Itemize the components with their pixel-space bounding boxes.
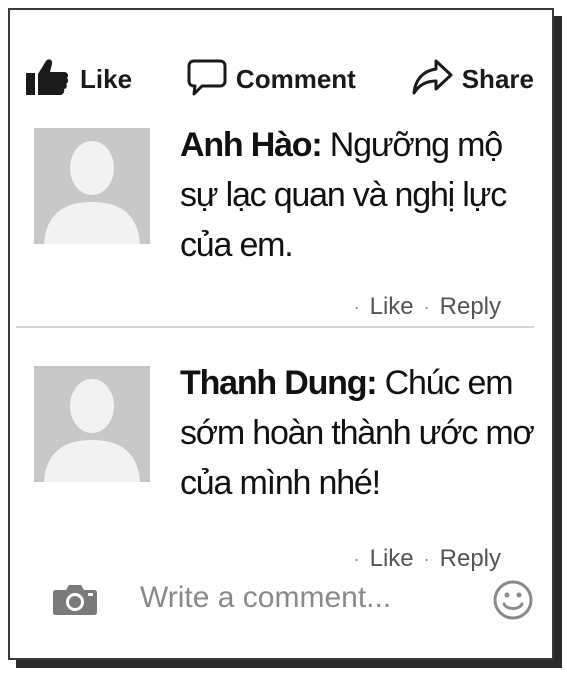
- smiley-icon[interactable]: [492, 579, 534, 626]
- camera-icon[interactable]: [52, 582, 98, 621]
- share-arrow-icon: [410, 57, 454, 102]
- comment-line: Chúc em: [384, 364, 514, 402]
- comment-line: của em.: [180, 226, 294, 264]
- comment-composer: [48, 574, 548, 624]
- post-actions-bar: Like Comment Share: [24, 56, 534, 102]
- avatar: [34, 128, 150, 244]
- share-button[interactable]: Share: [410, 57, 534, 102]
- comment-like-link[interactable]: Like: [370, 545, 414, 573]
- comment-button[interactable]: Comment: [186, 57, 356, 102]
- speech-bubble-icon: [186, 57, 228, 102]
- separator-dot: ·: [353, 296, 360, 317]
- comment-text: Thanh Dung: Chúc em sớm hoàn thành ước m…: [180, 358, 538, 508]
- thumbs-up-icon: [24, 57, 72, 102]
- like-label: Like: [80, 63, 133, 94]
- comment-label: Comment: [235, 63, 356, 94]
- comment-line: sớm hoàn thành ước mơ: [180, 414, 535, 452]
- comment-line: sự lạc quan và nghị lực: [180, 176, 507, 214]
- separator-dot: ·: [353, 548, 360, 569]
- separator-dot: ·: [423, 296, 430, 317]
- comment-author[interactable]: Anh Hào:: [180, 126, 323, 164]
- comment-line: Ngưỡng mộ: [329, 126, 503, 164]
- comment-reply-link[interactable]: Reply: [440, 545, 501, 573]
- comment-text: Anh Hào: Ngưỡng mộ sự lạc quan và nghị l…: [180, 120, 538, 270]
- comment-meta: · Like · Reply: [354, 545, 501, 573]
- frame-shadow-bottom: [16, 660, 562, 668]
- like-button[interactable]: Like: [24, 57, 132, 102]
- comment-like-link[interactable]: Like: [370, 293, 414, 321]
- comment-reply-link[interactable]: Reply: [440, 293, 501, 321]
- comment-input[interactable]: [140, 578, 460, 618]
- comment-meta: · Like · Reply: [354, 293, 501, 321]
- avatar: [34, 366, 150, 482]
- frame-shadow-right: [554, 16, 562, 666]
- share-label: Share: [461, 63, 534, 94]
- comment-line: của mình nhé!: [180, 464, 381, 502]
- comment-author[interactable]: Thanh Dung:: [180, 364, 378, 402]
- separator-dot: ·: [423, 548, 430, 569]
- comment-divider: [16, 326, 534, 328]
